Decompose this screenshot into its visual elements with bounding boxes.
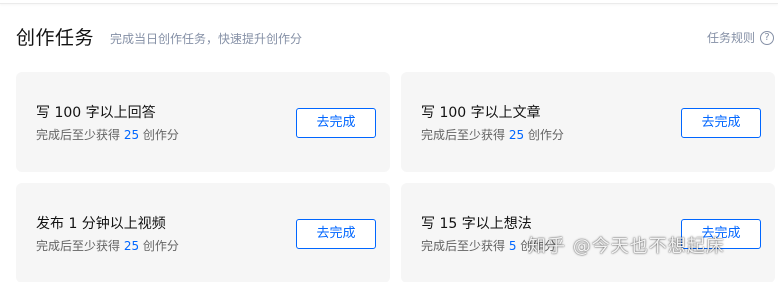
complete-task-button[interactable]: 去完成 <box>681 108 761 138</box>
section-header: 创作任务 完成当日创作任务，快速提升创作分 任务规则 ? <box>16 24 778 54</box>
task-reward-prefix: 完成后至少获得 <box>421 128 509 142</box>
task-reward-suffix: 创作分 <box>524 128 564 142</box>
help-icon: ? <box>760 31 774 45</box>
task-title: 写 100 字以上回答 <box>36 105 156 121</box>
task-reward: 完成后至少获得 25 创作分 <box>36 127 179 143</box>
task-reward-prefix: 完成后至少获得 <box>36 239 124 253</box>
top-divider <box>0 0 778 4</box>
section-title: 创作任务 <box>16 27 95 49</box>
task-card-thought: 写 15 字以上想法 完成后至少获得 5 创作分 去完成 <box>401 183 775 282</box>
complete-task-button[interactable]: 去完成 <box>681 219 761 249</box>
task-card-video: 发布 1 分钟以上视频 完成后至少获得 25 创作分 去完成 <box>16 183 390 282</box>
task-card-answer: 写 100 字以上回答 完成后至少获得 25 创作分 去完成 <box>16 72 390 172</box>
task-rules-label: 任务规则 <box>706 31 755 45</box>
complete-task-button[interactable]: 去完成 <box>296 108 376 138</box>
task-reward: 完成后至少获得 25 创作分 <box>421 127 564 143</box>
complete-task-button[interactable]: 去完成 <box>296 219 376 249</box>
task-reward-suffix: 创作分 <box>139 128 179 142</box>
task-title: 写 100 字以上文章 <box>421 105 541 121</box>
task-rules-link[interactable]: 任务规则 ? <box>707 30 774 46</box>
task-title: 发布 1 分钟以上视频 <box>36 216 166 232</box>
task-reward-points: 25 <box>123 239 140 253</box>
task-reward-suffix: 创作分 <box>139 239 179 253</box>
task-reward-points: 25 <box>508 128 525 142</box>
task-reward: 完成后至少获得 25 创作分 <box>36 238 179 254</box>
task-reward: 完成后至少获得 5 创作分 <box>421 238 556 254</box>
task-card-article: 写 100 字以上文章 完成后至少获得 25 创作分 去完成 <box>401 72 775 172</box>
section-subtitle: 完成当日创作任务，快速提升创作分 <box>110 32 303 46</box>
task-reward-prefix: 完成后至少获得 <box>421 239 509 253</box>
task-reward-prefix: 完成后至少获得 <box>36 128 124 142</box>
task-reward-points: 25 <box>123 128 140 142</box>
task-title: 写 15 字以上想法 <box>421 216 532 232</box>
task-reward-suffix: 创作分 <box>516 239 557 253</box>
